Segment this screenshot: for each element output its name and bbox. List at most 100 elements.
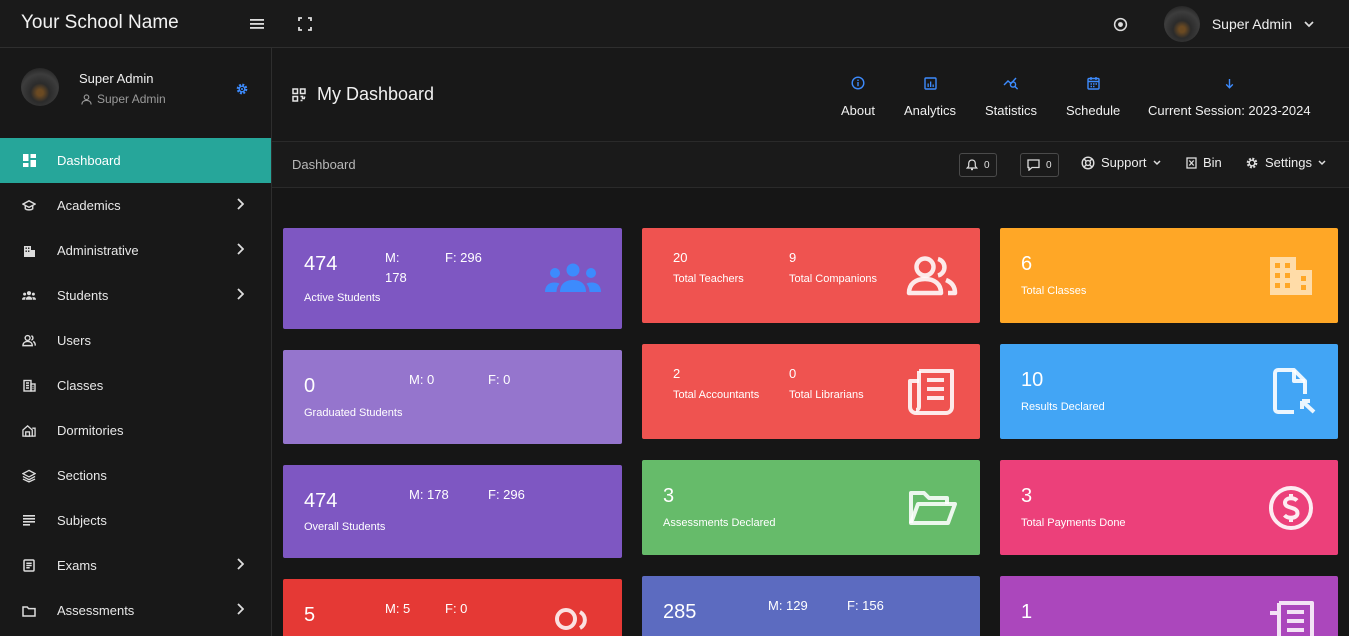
card-value: 474 [304,490,338,512]
settings-label: Settings [1265,155,1312,170]
subjects-icon [22,514,36,528]
newspaper-icon [908,369,954,415]
users-icon [906,256,958,296]
card-row4-col3[interactable]: 1 [1000,576,1338,636]
sidebar-item-dormitories[interactable]: Dormitories [0,408,271,453]
card-teachers[interactable]: 20 Total Teachers 9 Total Companions [642,228,980,323]
card-row4-col2[interactable]: 285 M: 129 F: 156 [642,576,980,636]
card-value: 3 [1021,485,1033,507]
dashboard-icon [22,154,36,168]
card-row4-col1[interactable]: 5 M: 5 F: 0 [283,579,622,636]
calendar-icon [1086,75,1100,91]
sidebar-item-exams[interactable]: Exams [0,543,271,588]
card-active-students[interactable]: 474 M: 178 F: 296 Active Students [283,228,622,329]
card-male-prefix: M: [385,250,400,265]
folder-open-icon [909,491,957,525]
card-accountants[interactable]: 2 Total Accountants 0 Total Librarians [642,344,980,439]
card-value: 474 [304,253,338,275]
settings-dropdown[interactable]: Settings [1245,155,1326,170]
sidebar-item-label: Users [57,333,91,348]
brand-name[interactable]: Your School Name [21,12,179,34]
sidebar-item-dashboard[interactable]: Dashboard [0,138,271,183]
chevron-down-icon [1153,159,1161,165]
sidebar-item-assessments[interactable]: Assessments [0,588,271,633]
card-value: 3 [663,485,675,507]
card-label: Overall Students [304,521,386,533]
message-icon [1027,159,1040,171]
sidebar-item-academics[interactable]: Academics [0,183,271,228]
menu-toggle-icon[interactable] [248,15,266,33]
sidebar-item-label: Students [57,288,109,303]
card-overall-students[interactable]: 474 M: 178 F: 296 Overall Students [283,465,622,558]
sidebar-item-administrative[interactable]: Administrative [0,228,271,273]
nav-label: Statistics [985,103,1038,118]
card-assessments-declared[interactable]: 3 Assessments Declared [642,460,980,555]
chevron-down-icon [1304,20,1314,27]
nav-label: Analytics [904,103,957,118]
breadcrumb-bar: Dashboard 0 0 Support Bin Settings [272,142,1349,188]
theme-toggle-icon[interactable] [1111,15,1129,33]
card-label: Total Payments Done [1021,517,1126,529]
card-graduated-students[interactable]: 0 M: 0 F: 0 Graduated Students [283,350,622,444]
building-icon [22,244,36,258]
graduation-cap-icon [22,199,36,213]
profile-role: Super Admin [81,92,166,106]
sidebar-item-label: Assessments [57,603,135,618]
breadcrumb[interactable]: Dashboard [292,157,356,172]
statistics-icon [1003,75,1019,91]
user-icon [81,93,92,105]
card-accountants-count: 2 [673,366,681,381]
info-icon [851,75,865,91]
sidebar-item-sections[interactable]: Sections [0,453,271,498]
analytics-icon [923,75,937,91]
card-female-count: F: 296 [488,487,525,502]
card-label: Assessments Declared [663,517,776,529]
users-icon [22,334,36,348]
fullscreen-icon[interactable] [296,15,314,33]
gear-icon [1246,157,1258,168]
nav-about[interactable]: About [841,75,875,118]
card-teachers-count: 20 [673,250,688,265]
sidebar-item-subjects[interactable]: Subjects [0,498,271,543]
card-total-payments[interactable]: 3 Total Payments Done [1000,460,1338,555]
sidebar-item-label: Dormitories [57,423,124,438]
card-label: Graduated Students [304,407,403,419]
sidebar-item-users[interactable]: Users [0,318,271,363]
user-avatar [1163,6,1200,42]
card-results-declared[interactable]: 10 Results Declared [1000,344,1338,439]
chevron-right-icon [237,603,244,615]
card-male-count: M: 178 [409,487,449,502]
nav-analytics[interactable]: Analytics [904,75,956,118]
qr-code-icon [292,87,306,102]
lifebuoy-icon [1081,155,1095,170]
chevron-down-icon [1318,159,1326,165]
arrow-down-icon [1225,75,1234,91]
dollar-circle-icon [1269,486,1313,530]
sidebar-item-students[interactable]: Students [0,273,271,318]
sidebar-item-label: Exams [57,558,97,573]
sidebar-item-classes[interactable]: Classes [0,363,271,408]
sidebar-profile: Super Admin Super Admin [0,48,271,138]
users-group-icon [555,608,587,630]
notifications-button[interactable]: 0 [959,153,997,177]
bin-button[interactable]: Bin [1186,155,1222,170]
sidebar-item-label: Academics [57,198,121,213]
profile-settings-gear-icon[interactable] [235,82,249,101]
top-bar: Your School Name Super Admin [0,0,1349,48]
nav-current-session[interactable]: Current Session: 2023-2024 [1148,75,1311,118]
messages-button[interactable]: 0 [1020,153,1059,177]
card-companions-label: Total Companions [789,273,878,285]
support-dropdown[interactable]: Support [1081,155,1161,170]
card-total-classes[interactable]: 6 Total Classes [1000,228,1338,323]
sidebar-menu: Dashboard Academics Administrative Stude… [0,138,271,633]
user-menu[interactable]: Super Admin [1163,6,1314,42]
page-header: My Dashboard About Analytics Statistics … [272,48,1349,142]
nav-schedule[interactable]: Schedule [1066,75,1120,118]
card-teachers-label: Total Teachers [673,273,744,285]
sidebar-item-label: Sections [57,468,107,483]
sidebar: Super Admin Super Admin Dashboard Academ… [0,48,272,636]
card-value: 1 [1021,601,1033,623]
nav-statistics[interactable]: Statistics [985,75,1037,118]
messages-count: 0 [1046,159,1052,171]
card-male-count: M: 129 [768,598,808,613]
